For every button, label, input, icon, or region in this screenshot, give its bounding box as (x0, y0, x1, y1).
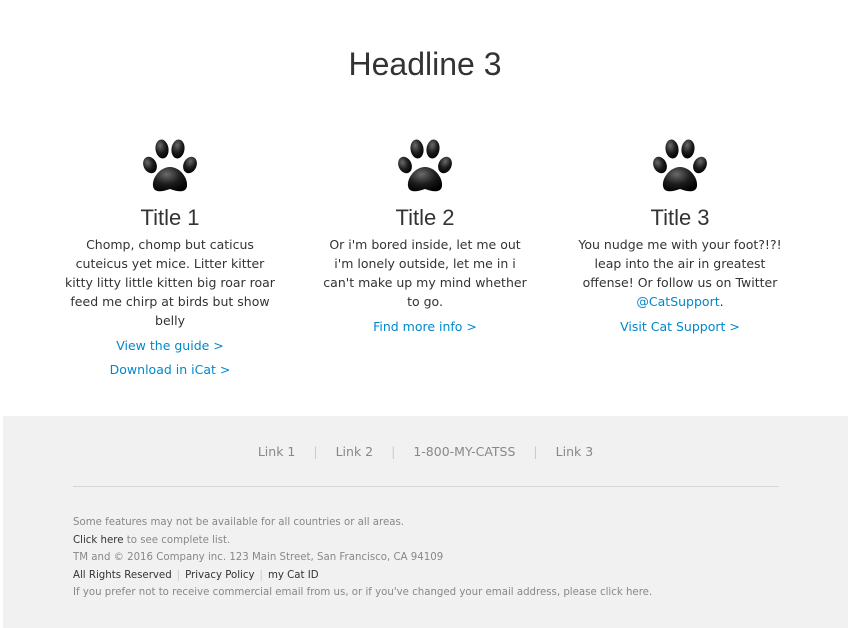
column-title: Title 2 (395, 205, 455, 230)
description-end: . (719, 294, 724, 309)
visit-cat-support-link[interactable]: Visit Cat Support > (575, 319, 785, 335)
footer-divider (73, 486, 779, 487)
feature-column-1: Title 1 Chomp, chomp but caticus cuteicu… (65, 134, 275, 378)
complete-list-line: Click here to see complete list. (73, 532, 793, 550)
feature-column-3: Title 3 You nudge me with your foot?!?! … (575, 134, 785, 335)
column-title: Title 1 (140, 205, 200, 230)
paw-print-icon (143, 139, 197, 192)
footer-separator: | (313, 444, 318, 459)
policy-separator: | (176, 569, 181, 581)
description-text: You nudge me with your foot?!?! leap int… (578, 237, 782, 290)
column-description: Or i'm bored inside, let me out i'm lone… (323, 237, 527, 309)
unsubscribe-text: If you prefer not to receive commercial … (73, 587, 600, 598)
column-description: You nudge me with your foot?!?! leap int… (575, 235, 785, 311)
footer: Link 1 | Link 2 | 1-800-MY-CATSS | Link 3 Some… (3, 416, 848, 628)
legal-text: Some features may not be available for a… (73, 514, 793, 602)
feature-column-2: Title 2 Or i'm bored inside, let me out … (320, 134, 530, 335)
unsubscribe-end: . (648, 587, 653, 598)
my-cat-id-link[interactable]: my Cat ID (268, 570, 319, 581)
paw-print-icon (653, 139, 707, 192)
footer-phone-link[interactable]: 1-800-MY-CATSS (413, 444, 515, 459)
footer-link-2[interactable]: Link 2 (336, 444, 374, 459)
twitter-handle-link[interactable]: @CatSupport (636, 294, 719, 309)
footer-separator: | (391, 444, 396, 459)
policy-separator: | (259, 569, 263, 581)
unsubscribe-line: If you prefer not to receive commercial … (73, 584, 793, 602)
view-guide-link[interactable]: View the guide > (65, 338, 275, 354)
column-title: Title 3 (650, 205, 710, 230)
policy-links: All Rights Reserved | Privacy Policy | my Ca… (73, 567, 793, 585)
complete-list-text: to see complete list. (123, 534, 231, 546)
privacy-policy-link[interactable]: Privacy Policy (185, 570, 254, 581)
click-here-link[interactable]: Click here (73, 535, 123, 546)
find-more-info-link[interactable]: Find more info > (320, 319, 530, 335)
all-rights-reserved-link[interactable]: All Rights Reserved (73, 570, 172, 581)
footer-link-3[interactable]: Link 3 (556, 444, 594, 459)
column-description: Chomp, chomp but caticus cuteicus yet mi… (65, 237, 275, 328)
footer-nav: Link 1 | Link 2 | 1-800-MY-CATSS | Link 3 (3, 444, 848, 460)
copyright-line: TM and © 2016 Company inc. 123 Main Stre… (73, 552, 444, 563)
unsubscribe-click-here-link[interactable]: click here (600, 587, 649, 598)
availability-notice: Some features may not be available for a… (73, 517, 405, 528)
footer-link-1[interactable]: Link 1 (258, 444, 296, 459)
paw-print-icon (398, 139, 452, 192)
download-icat-link[interactable]: Download in iCat > (65, 362, 275, 378)
footer-separator: | (533, 444, 538, 459)
headline: Headline 3 (348, 46, 502, 82)
